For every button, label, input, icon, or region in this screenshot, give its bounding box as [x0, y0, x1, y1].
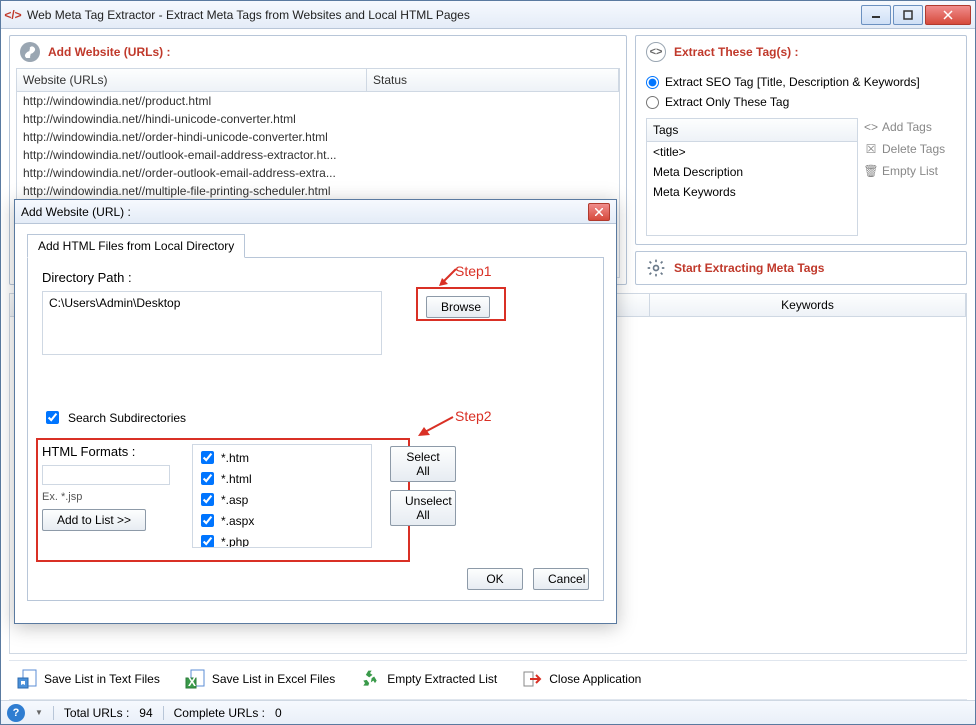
add-website-dialog: Add Website (URL) : Add HTML Files from …	[14, 199, 617, 624]
format-checkbox[interactable]	[201, 451, 214, 464]
html-formats-label: HTML Formats :	[42, 444, 182, 459]
empty-extracted-button[interactable]: Empty Extracted List	[352, 665, 504, 693]
arrow-step1-icon	[438, 267, 458, 287]
urls-table-head: Website (URLs) Status	[17, 69, 619, 92]
close-app-button[interactable]: Close Application	[514, 665, 648, 693]
empty-list-button[interactable]: 🗑Empty List	[864, 164, 956, 178]
status-bar: ? ▼ Total URLs : 94 Complete URLs : 0	[1, 700, 975, 724]
exit-icon	[521, 668, 543, 690]
url-row[interactable]: http://windowindia.net//order-hindi-unic…	[17, 128, 619, 146]
search-subdirectories-checkbox[interactable]: Search Subdirectories	[42, 408, 186, 427]
save-text-button[interactable]: Save List in Text Files	[9, 665, 167, 693]
save-excel-button[interactable]: X Save List in Excel Files	[177, 665, 342, 693]
close-button[interactable]	[925, 5, 971, 25]
extract-tags-panel: <> Extract These Tag(s) : Extract SEO Ta…	[635, 35, 967, 285]
window-title: Web Meta Tag Extractor - Extract Meta Ta…	[27, 8, 470, 22]
format-item[interactable]: *.html	[197, 468, 367, 489]
unselect-all-button[interactable]: Unselect All	[390, 490, 456, 526]
format-checkbox[interactable]	[201, 472, 214, 485]
radio-only-tag[interactable]: Extract Only These Tag	[646, 92, 956, 112]
complete-urls-label: Complete URLs :	[174, 706, 265, 720]
radio-seo-input[interactable]	[646, 76, 659, 89]
url-row[interactable]: http://windowindia.net//outlook-email-ad…	[17, 146, 619, 164]
format-item[interactable]: *.php	[197, 531, 367, 548]
cancel-button[interactable]: Cancel	[533, 568, 589, 590]
delete-icon: ☒	[864, 142, 878, 156]
radio-only-input[interactable]	[646, 96, 659, 109]
maximize-button[interactable]	[893, 5, 923, 25]
rcol-keywords[interactable]: Keywords	[650, 294, 966, 316]
format-item[interactable]: *.htm	[197, 447, 367, 468]
tab-content: Directory Path : Browse Step1 Search Sub…	[27, 257, 604, 601]
recycle-icon	[359, 668, 381, 690]
add-tags-button[interactable]: <>Add Tags	[864, 120, 956, 134]
format-item[interactable]: *.asp	[197, 489, 367, 510]
window-buttons	[861, 5, 971, 25]
dialog-titlebar: Add Website (URL) :	[15, 200, 616, 224]
format-checkbox[interactable]	[201, 493, 214, 506]
delete-tags-button[interactable]: ☒Delete Tags	[864, 142, 956, 156]
url-row[interactable]: http://windowindia.net//order-outlook-em…	[17, 164, 619, 182]
format-item[interactable]: *.aspx	[197, 510, 367, 531]
step2-label: Step2	[455, 408, 492, 424]
col-website[interactable]: Website (URLs)	[17, 69, 367, 91]
radio-seo-label: Extract SEO Tag [Title, Description & Ke…	[665, 75, 920, 89]
select-all-button[interactable]: Select All	[390, 446, 456, 482]
add-icon: <>	[864, 120, 878, 134]
tag-item[interactable]: Meta Description	[647, 162, 857, 182]
format-input[interactable]	[42, 465, 170, 485]
complete-urls-value: 0	[275, 706, 282, 720]
directory-path-label: Directory Path :	[42, 270, 589, 285]
svg-text:X: X	[188, 675, 196, 689]
tab-local-directory[interactable]: Add HTML Files from Local Directory	[27, 234, 245, 258]
extract-panel-header: <> Extract These Tag(s) :	[636, 36, 966, 68]
format-checkbox[interactable]	[201, 514, 214, 527]
url-row[interactable]: http://windowindia.net//multiple-file-pr…	[17, 182, 619, 200]
format-example: Ex. *.jsp	[42, 491, 182, 503]
start-extract-button[interactable]: Start Extracting Meta Tags	[635, 251, 967, 285]
url-row[interactable]: http://windowindia.net//hindi-unicode-co…	[17, 110, 619, 128]
bottom-toolbar: Save List in Text Files X Save List in E…	[9, 660, 967, 700]
directory-path-input[interactable]	[42, 291, 382, 355]
main-window: </> Web Meta Tag Extractor - Extract Met…	[0, 0, 976, 725]
gear-icon	[646, 258, 666, 278]
total-urls-label: Total URLs :	[64, 706, 129, 720]
help-icon[interactable]: ?	[7, 704, 25, 722]
arrow-step2-icon	[415, 413, 455, 439]
urls-panel-header: Add Website (URLs) :	[10, 36, 626, 68]
extract-heading: Extract These Tag(s) :	[674, 45, 798, 59]
link-icon	[20, 42, 40, 62]
url-row[interactable]: http://windowindia.net//product.html	[17, 92, 619, 110]
empty-icon: 🗑	[864, 164, 878, 178]
tag-item[interactable]: Meta Keywords	[647, 182, 857, 202]
format-checkbox[interactable]	[201, 535, 214, 548]
total-urls-value: 94	[139, 706, 152, 720]
save-excel-icon: X	[184, 668, 206, 690]
search-sub-input[interactable]	[46, 411, 59, 424]
tags-icon: <>	[646, 42, 666, 62]
step1-label: Step1	[455, 263, 492, 279]
titlebar: </> Web Meta Tag Extractor - Extract Met…	[1, 1, 975, 29]
dialog-title: Add Website (URL) :	[21, 205, 131, 219]
dialog-close-button[interactable]	[588, 203, 610, 221]
ok-button[interactable]: OK	[467, 568, 523, 590]
status-dropdown-icon[interactable]: ▼	[35, 708, 43, 717]
col-status[interactable]: Status	[367, 69, 619, 91]
save-text-icon	[16, 668, 38, 690]
formats-list[interactable]: *.htm*.html*.asp*.aspx*.php	[192, 444, 372, 548]
minimize-button[interactable]	[861, 5, 891, 25]
tags-list[interactable]: Tags <title>Meta DescriptionMeta Keyword…	[646, 118, 858, 236]
start-label: Start Extracting Meta Tags	[674, 261, 824, 275]
radio-seo-tag[interactable]: Extract SEO Tag [Title, Description & Ke…	[646, 72, 956, 92]
app-icon: </>	[5, 7, 21, 23]
annotation-box-step1	[416, 287, 506, 321]
urls-heading: Add Website (URLs) :	[48, 45, 170, 59]
tag-item[interactable]: <title>	[647, 142, 857, 162]
tags-header: Tags	[647, 119, 857, 142]
radio-only-label: Extract Only These Tag	[665, 95, 789, 109]
add-to-list-button[interactable]: Add to List >>	[42, 509, 146, 531]
